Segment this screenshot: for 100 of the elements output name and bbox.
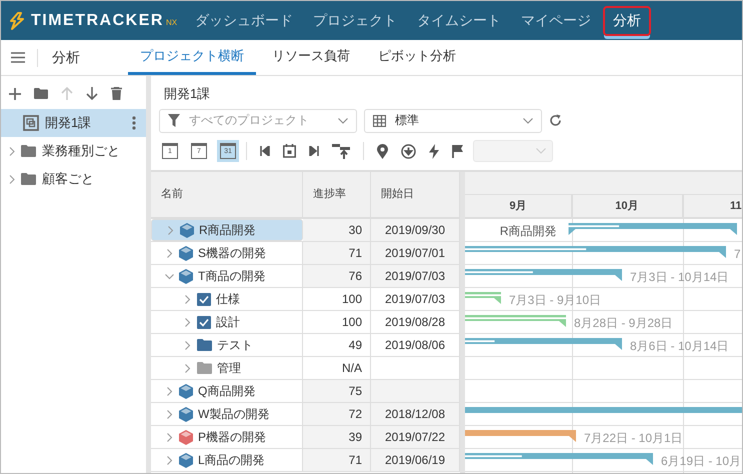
pin-icon[interactable] (377, 144, 388, 158)
date-range-label: 8月6日 - 10月14日 (630, 339, 729, 353)
table-cell: 100 (303, 288, 371, 310)
table-cell: 76 (303, 265, 371, 287)
folder-icon (21, 145, 36, 157)
logo-icon (9, 12, 25, 30)
chevron-down-icon (523, 118, 533, 124)
gantt-bar[interactable] (465, 453, 653, 465)
column-header[interactable]: 名前 (151, 172, 303, 217)
chevron-right-icon[interactable] (165, 248, 174, 258)
logo-text: TIMETRACKER (31, 12, 164, 30)
table-cell: 30 (303, 219, 371, 241)
chevron-right-icon[interactable] (165, 432, 174, 442)
tab[interactable]: プロジェクト横断 (128, 40, 256, 75)
chevron-right-icon[interactable] (183, 364, 192, 372)
nav-item[interactable]: プロジェクト (305, 1, 405, 40)
add-icon[interactable] (9, 88, 21, 100)
tab[interactable]: リソース負荷 (260, 40, 362, 75)
grid-icon (373, 114, 386, 126)
gantt-bar[interactable] (465, 430, 576, 442)
download-icon[interactable] (401, 144, 416, 158)
table-cell[interactable]: Q商品開発 (151, 380, 303, 402)
arrow-down-icon[interactable] (86, 87, 98, 100)
progress-line (465, 340, 495, 342)
nav-item[interactable]: マイページ (513, 1, 599, 40)
date-range-label: 7月3日 - 9月10日 (509, 293, 602, 307)
month-header: 11 (682, 195, 742, 217)
date-range-label: 7 (734, 247, 741, 261)
last-icon[interactable] (309, 146, 319, 156)
tab[interactable]: ピボット分析 (366, 40, 468, 75)
table-cell[interactable]: 管理 (151, 357, 303, 379)
table-cell[interactable]: S機器の開発 (151, 242, 303, 264)
chevron-right-icon[interactable] (165, 386, 174, 396)
chevron-right-icon[interactable] (183, 294, 192, 304)
more-icon[interactable] (132, 116, 136, 130)
trash-icon[interactable] (111, 87, 122, 100)
flag-icon[interactable] (452, 144, 464, 158)
filter-icon (168, 114, 180, 127)
logo-suffix: NX (166, 18, 178, 26)
date-range-label: 7月3日 - 10月14日 (630, 270, 729, 284)
table-cell[interactable]: L商品の開発 (151, 449, 303, 471)
hierarchy-icon[interactable] (332, 144, 350, 158)
gantt-bar[interactable] (568, 223, 737, 235)
chevron-right-icon[interactable] (165, 456, 174, 464)
chevron-right-icon[interactable] (165, 410, 174, 418)
folder-icon (197, 339, 212, 351)
table-cell: 2019/09/30 (371, 219, 460, 241)
nav-item[interactable]: タイムシート (409, 1, 509, 40)
folder-icon[interactable] (34, 88, 48, 99)
chevron-right-icon[interactable] (183, 318, 192, 326)
calendar-today-icon[interactable] (283, 144, 296, 158)
progress-line (568, 225, 620, 228)
chevron-right-icon[interactable] (166, 226, 175, 234)
date-range-label: 7月22日 - 10月1日 (584, 431, 683, 445)
table-cell[interactable]: 仕様 (151, 288, 303, 310)
tree-item[interactable]: 顧客ごと (1, 165, 146, 193)
first-icon[interactable] (260, 146, 270, 156)
refresh-icon[interactable] (549, 114, 562, 127)
progress-line (465, 294, 501, 296)
table-cell: 75 (303, 380, 371, 402)
table-cell: 71 (303, 449, 371, 471)
checkbox-icon (197, 316, 211, 328)
column-header[interactable]: 進捗率 (303, 172, 371, 217)
table-cell[interactable]: R商品開発 (151, 219, 303, 241)
group-title: 開発1課 (163, 85, 212, 103)
month-header: 10月 (572, 195, 683, 217)
date-range-label: 6月19日 - 10月 (661, 454, 742, 468)
folder-icon (197, 362, 212, 374)
table-cell: 100 (303, 311, 371, 333)
chevron-right-icon[interactable] (183, 340, 192, 350)
table-cell[interactable]: テスト (151, 334, 303, 356)
table-cell: 2019/07/03 (371, 265, 460, 287)
table-cell: 2019/07/01 (371, 242, 460, 264)
tree-item[interactable]: 開発1課 (1, 109, 146, 137)
chevron-right-icon[interactable] (9, 174, 15, 184)
progress-line (465, 271, 533, 274)
table-cell: 2019/07/22 (371, 426, 460, 448)
chevron-right-icon[interactable] (9, 146, 15, 156)
table-cell: 49 (303, 334, 371, 356)
table-cell[interactable]: T商品の開発 (151, 265, 303, 287)
chevron-down-icon (338, 118, 348, 124)
menu-icon[interactable] (11, 52, 25, 63)
table-cell[interactable]: 設計 (151, 311, 303, 333)
table-cell: 72 (303, 403, 371, 425)
table-cell: 2018/12/08 (371, 403, 460, 425)
lightning-icon[interactable] (429, 144, 439, 158)
table-cell[interactable]: P機器の開発 (151, 426, 303, 448)
nav-item[interactable]: ダッシュボード (187, 1, 301, 40)
org-unit-icon (23, 115, 39, 131)
table-cell: 71 (303, 242, 371, 264)
progress-line (465, 455, 522, 458)
table-cell: N/A (303, 357, 371, 379)
view-select[interactable]: 標準 (364, 108, 542, 132)
table-cell[interactable]: W製品の開発 (151, 403, 303, 425)
checkbox-icon (197, 292, 211, 306)
chevron-down-icon[interactable] (165, 272, 174, 280)
section-title: 分析 (37, 48, 122, 66)
gantt-bar[interactable] (465, 338, 622, 350)
tree-item[interactable]: 業務種別ごと (1, 137, 146, 165)
chevron-down-icon (536, 148, 546, 154)
